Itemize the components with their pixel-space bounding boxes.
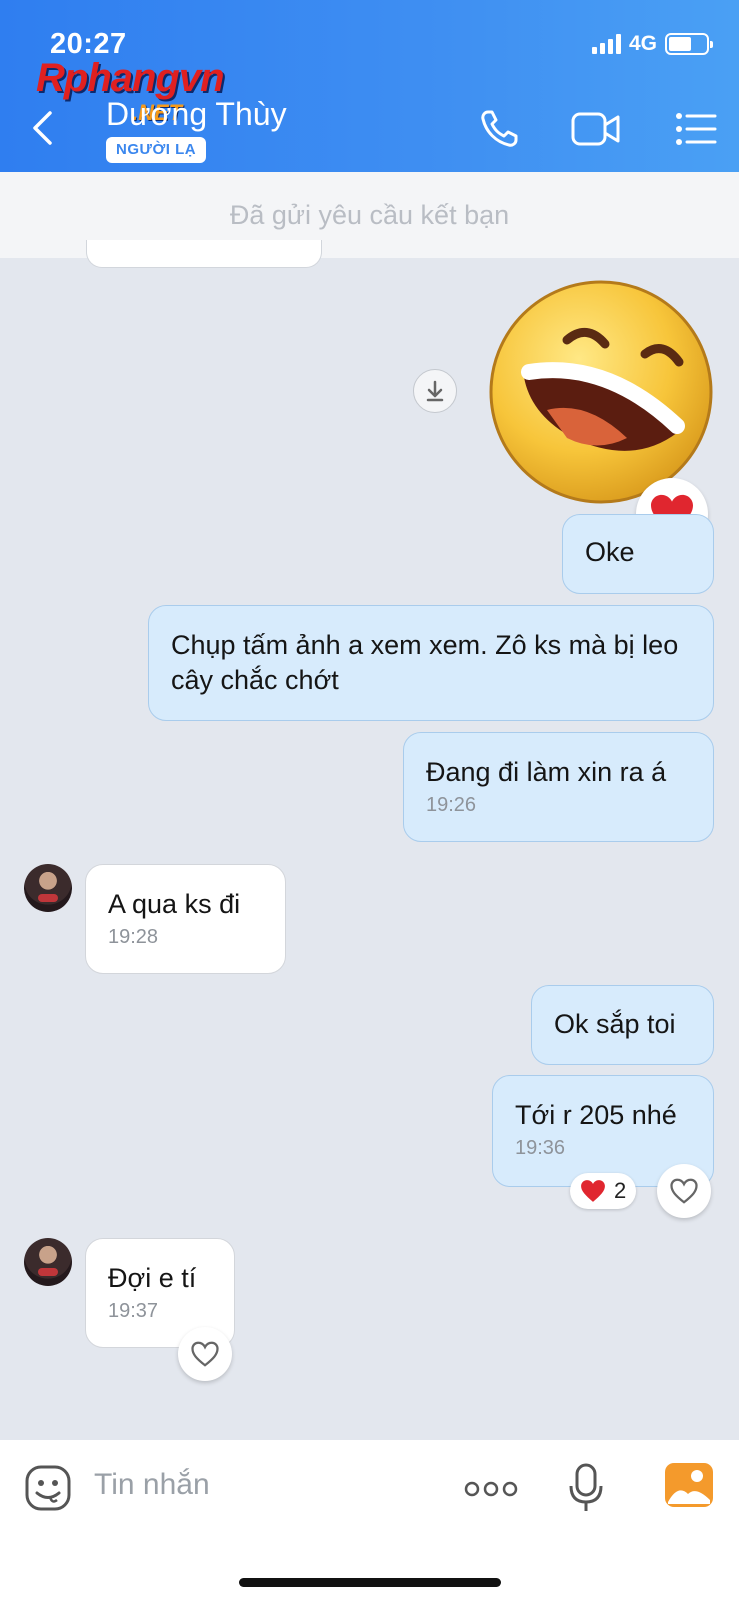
react-button[interactable]	[178, 1327, 232, 1381]
battery-icon	[665, 33, 713, 55]
message-input-bar: Tin nhắn	[0, 1440, 739, 1600]
network-type: 4G	[628, 32, 657, 55]
video-call-button[interactable]	[570, 108, 622, 155]
reaction-count: 2	[614, 1178, 627, 1203]
message-text: Đợi e tí	[108, 1263, 197, 1293]
message-bubble-sent[interactable]: Oke	[562, 514, 714, 594]
message-bubble-received[interactable]: A qua ks đi 19:28	[85, 864, 286, 974]
microphone-icon	[569, 1463, 603, 1511]
back-button[interactable]	[30, 110, 56, 146]
phone-icon	[481, 110, 518, 147]
message-time: 19:28	[108, 926, 159, 948]
download-sticker-button[interactable]	[413, 369, 457, 413]
message-text: Đang đi làm xin ra á	[426, 757, 667, 787]
video-camera-icon	[571, 112, 620, 146]
heart-outline-icon	[191, 1341, 219, 1367]
message-text: A qua ks đi	[108, 889, 241, 919]
download-icon	[426, 380, 444, 402]
reaction-summary[interactable]: 2	[570, 1173, 637, 1209]
laughing-emoji-icon	[489, 280, 713, 504]
signal-icon	[591, 34, 621, 54]
message-bubble-sent[interactable]: Đang đi làm xin ra á 19:26	[403, 732, 714, 842]
status-indicators: 4G	[591, 32, 713, 56]
smiley-icon	[25, 1465, 71, 1511]
gallery-image-icon	[665, 1463, 713, 1507]
contact-avatar[interactable]	[24, 864, 72, 912]
chevron-left-icon	[33, 111, 52, 145]
heart-filled-icon	[581, 1180, 605, 1202]
voice-call-button[interactable]	[478, 108, 520, 155]
partial-message-bubble	[86, 240, 322, 268]
message-time: 19:37	[108, 1300, 159, 1322]
menu-list-icon	[676, 113, 717, 145]
watermark-logo: Rphangvn	[36, 56, 225, 100]
voice-message-button[interactable]	[568, 1462, 604, 1519]
message-bubble-sent[interactable]: Ok sắp toi	[531, 985, 714, 1065]
heart-outline-icon	[670, 1178, 698, 1204]
stranger-badge: NGƯỜI LẠ	[106, 137, 207, 163]
message-text: Ok sắp toi	[554, 1009, 676, 1039]
contact-avatar[interactable]	[24, 1238, 72, 1286]
sticker-button[interactable]	[24, 1464, 72, 1517]
chat-options-button[interactable]	[675, 108, 717, 155]
laughing-emoji-sticker[interactable]	[487, 278, 715, 506]
message-bubble-sent[interactable]: Chụp tấm ảnh a xem xem. Zô ks mà bị leo …	[148, 605, 714, 721]
react-button[interactable]	[657, 1164, 711, 1218]
home-indicator	[239, 1578, 501, 1587]
more-dots-icon	[464, 1481, 518, 1497]
message-time: 19:36	[515, 1137, 566, 1159]
contact-name[interactable]: Dương Thùy	[106, 96, 287, 133]
message-text: Tới r 205 nhé	[515, 1100, 677, 1130]
message-time: 19:26	[426, 794, 477, 816]
photo-button[interactable]	[664, 1462, 714, 1513]
message-text: Chụp tấm ảnh a xem xem. Zô ks mà bị leo …	[171, 630, 679, 695]
message-text: Oke	[585, 537, 635, 567]
message-input[interactable]: Tin nhắn	[94, 1468, 210, 1502]
chat-header: 20:27 4G Rphangvn .NET Dương Thùy NGƯỜI …	[0, 0, 739, 172]
more-options-button[interactable]	[464, 1480, 518, 1503]
